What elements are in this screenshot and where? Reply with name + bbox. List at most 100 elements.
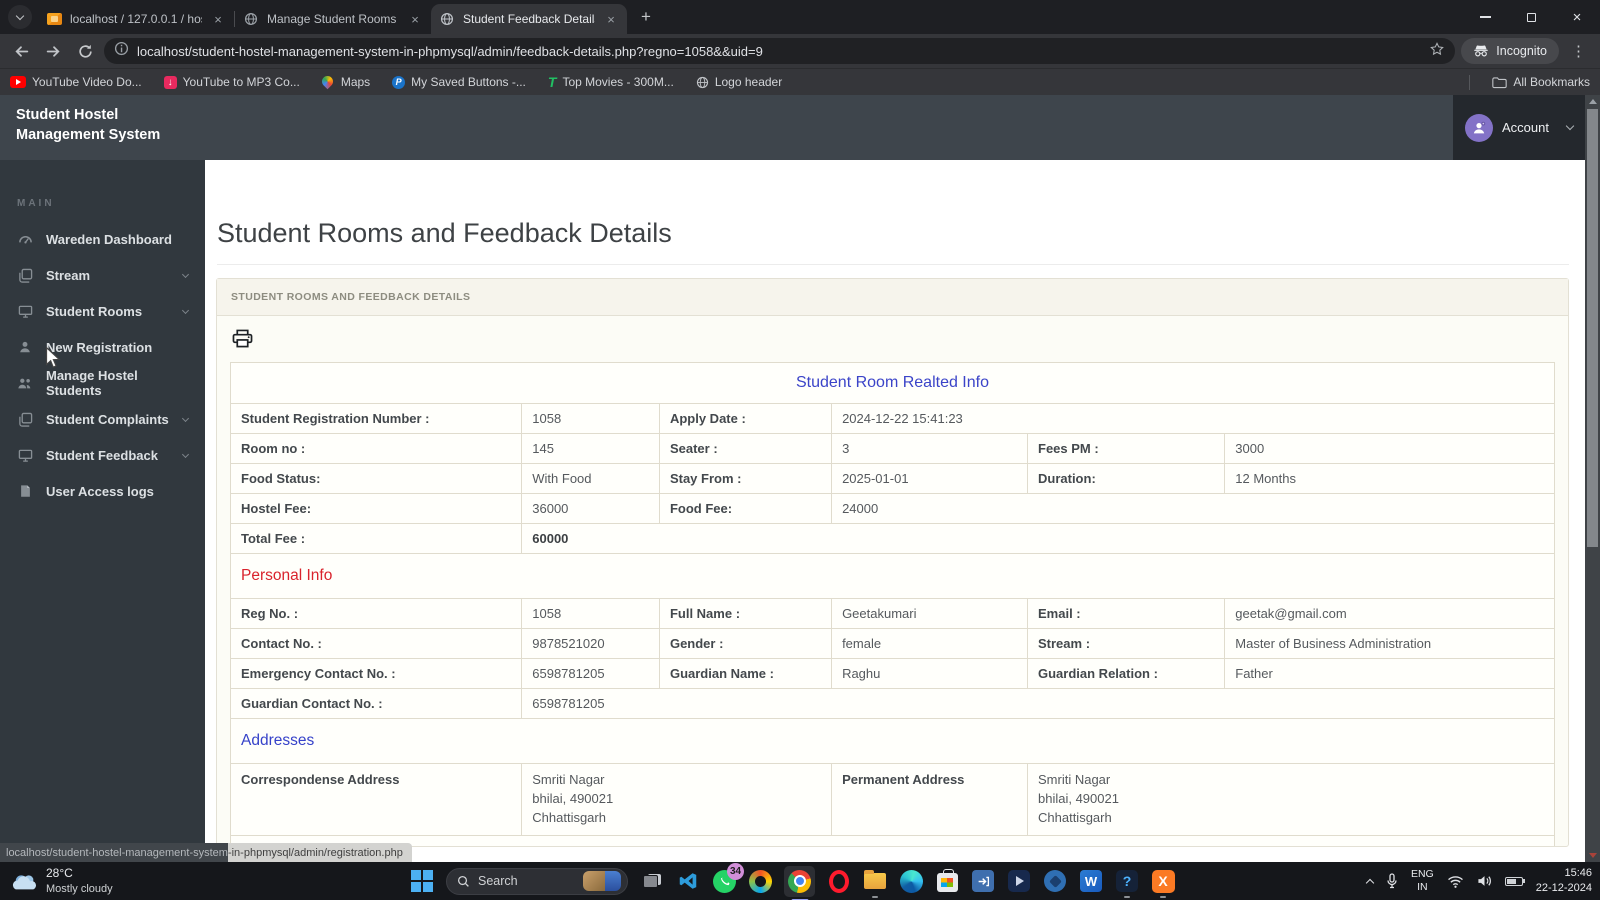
sidebar-item-student-rooms[interactable]: Student Rooms — [0, 293, 205, 329]
speaker-icon[interactable] — [1477, 874, 1492, 888]
url-bar[interactable]: localhost/student-hostel-management-syst… — [104, 38, 1456, 64]
bookmark-youtube-video[interactable]: YouTube Video Do... — [10, 75, 142, 89]
tab-manage-student-rooms[interactable]: Manage Student Rooms × — [235, 4, 431, 34]
field-label: Guardian Contact No. : — [229, 688, 523, 719]
personal-info-title: Personal Info — [230, 553, 1555, 599]
field-label: Room no : — [229, 433, 523, 464]
xampp-app[interactable]: X — [1151, 869, 1175, 898]
task-view-icon — [643, 874, 661, 888]
main-content: Student Rooms and Feedback Details STUDE… — [205, 160, 1585, 862]
bookmark-youtube-mp3[interactable]: ↓ YouTube to MP3 Co... — [163, 75, 300, 89]
help-app[interactable]: ? — [1115, 869, 1139, 898]
task-view-button[interactable] — [640, 869, 664, 893]
notification-badge: 34 — [727, 863, 744, 880]
bookmark-logo-header[interactable]: Logo header — [696, 75, 782, 89]
table-row: Food Status: With Food Stay From : 2025-… — [229, 463, 1555, 494]
field-value: 60000 — [521, 523, 1555, 554]
chrome-app[interactable] — [784, 865, 815, 900]
scroll-down-icon[interactable] — [1588, 853, 1597, 858]
field-label: Stream : — [1026, 628, 1226, 659]
gauge-icon — [17, 232, 33, 247]
person-icon — [17, 340, 33, 354]
sidebar-item-user-access-logs[interactable]: User Access logs — [0, 473, 205, 509]
new-tab-button[interactable]: + — [633, 4, 659, 30]
tab-localhost-phpmyadmin[interactable]: localhost / 127.0.0.1 / hostel | p × — [38, 4, 234, 34]
clock[interactable]: 15:46 22-12-2024 — [1536, 866, 1592, 896]
chevron-down-icon — [181, 270, 190, 278]
sidebar-item-student-feedback[interactable]: Student Feedback — [0, 437, 205, 473]
account-label: Account — [1502, 120, 1549, 135]
tab-search-button[interactable] — [8, 5, 32, 29]
word-app[interactable]: W — [1079, 869, 1103, 893]
tray-expand-icon[interactable] — [1365, 878, 1375, 887]
remote-app[interactable] — [971, 869, 995, 893]
sidebar-item-wareden-dashboard[interactable]: Wareden Dashboard — [0, 221, 205, 257]
whatsapp-app[interactable]: 34 — [712, 863, 744, 893]
language-indicator[interactable]: ENG IN — [1411, 868, 1434, 894]
close-icon[interactable]: × — [407, 11, 423, 27]
table-row: Total Fee : 60000 — [229, 523, 1555, 554]
page-scrollbar[interactable] — [1585, 95, 1600, 862]
scroll-up-icon[interactable] — [1588, 99, 1597, 104]
tab-student-feedback-details[interactable]: Student Feedback Details × — [431, 4, 627, 34]
vscode-app[interactable] — [676, 869, 700, 893]
chevron-down-icon — [181, 306, 190, 314]
t-icon: T — [547, 74, 557, 90]
back-button[interactable] — [8, 38, 34, 64]
bookmark-saved-buttons[interactable]: P My Saved Buttons -... — [392, 75, 526, 89]
camtasia-app[interactable] — [1007, 869, 1031, 893]
microphone-icon[interactable] — [1386, 873, 1398, 889]
field-value: With Food — [521, 463, 660, 494]
field-value: Father — [1224, 658, 1555, 689]
blue-circle-app[interactable] — [1043, 869, 1067, 893]
folder-icon — [864, 870, 886, 889]
minimize-button[interactable] — [1462, 0, 1508, 34]
taskbar-apps: Search 34 W ? X — [410, 862, 1175, 900]
microsoft-store-app[interactable] — [935, 869, 959, 893]
site-info-icon[interactable] — [114, 41, 129, 61]
tab-title: Student Feedback Details — [463, 12, 595, 26]
field-label: Emergency Contact No. : — [229, 658, 523, 689]
table-row: Hostel Fee: 36000 Food Fee: 24000 — [229, 493, 1555, 524]
sidebar-item-student-complaints[interactable]: Student Complaints — [0, 401, 205, 437]
print-icon[interactable] — [232, 329, 253, 353]
edge-app[interactable] — [899, 869, 923, 893]
account-menu[interactable]: Account — [1453, 95, 1585, 160]
reload-button[interactable] — [72, 38, 98, 64]
close-window-button[interactable]: × — [1554, 0, 1600, 34]
bookmark-maps[interactable]: Maps — [319, 73, 370, 89]
chevron-down-icon — [181, 450, 190, 458]
sidebar-item-new-registration[interactable]: New Registration — [0, 329, 205, 365]
opera-app[interactable] — [827, 869, 851, 893]
folder-icon — [1492, 76, 1508, 88]
field-label: Guardian Name : — [658, 658, 833, 689]
field-label: Stay From : — [658, 463, 833, 494]
close-icon[interactable]: × — [603, 11, 619, 27]
search-placeholder: Search — [478, 874, 518, 888]
bookmark-star-icon[interactable] — [1429, 41, 1445, 62]
all-bookmarks-button[interactable]: All Bookmarks — [1492, 75, 1590, 89]
field-label: Student Registration Number : — [229, 403, 523, 434]
field-value: Raghu — [831, 658, 1028, 689]
status-link-bubble: localhost/student-hostel-management-syst… — [0, 843, 412, 862]
maximize-button[interactable] — [1508, 0, 1554, 34]
system-tray: ENG IN 15:46 22-12-2024 — [1365, 862, 1592, 900]
bookmark-top-movies[interactable]: T Top Movies - 300M... — [548, 74, 674, 90]
status-url-right: -in-phpmysql/admin/registration.php — [227, 843, 412, 862]
start-button[interactable] — [410, 869, 434, 893]
close-icon[interactable]: × — [210, 11, 226, 27]
field-value: Smriti Nagar bhilai, 490021 Chhattisgarh — [1027, 763, 1555, 836]
phpmyadmin-icon — [46, 11, 62, 27]
sidebar-item-stream[interactable]: Stream — [0, 257, 205, 293]
scrollbar-thumb[interactable] — [1587, 109, 1598, 547]
sidebar-item-manage-hostel-students[interactable]: Manage Hostel Students — [0, 365, 205, 401]
wifi-icon[interactable] — [1447, 875, 1464, 888]
browser-menu-button[interactable]: ⋮ — [1565, 42, 1592, 60]
forward-button[interactable] — [40, 38, 66, 64]
table-row: Student Registration Number : 1058 Apply… — [229, 403, 1555, 434]
taskbar-search[interactable]: Search — [446, 867, 628, 895]
taskbar-weather[interactable]: 28°C Mostly cloudy — [12, 862, 113, 900]
copilot-app[interactable] — [748, 869, 772, 893]
file-explorer-app[interactable] — [863, 869, 887, 898]
battery-icon[interactable] — [1504, 876, 1526, 886]
